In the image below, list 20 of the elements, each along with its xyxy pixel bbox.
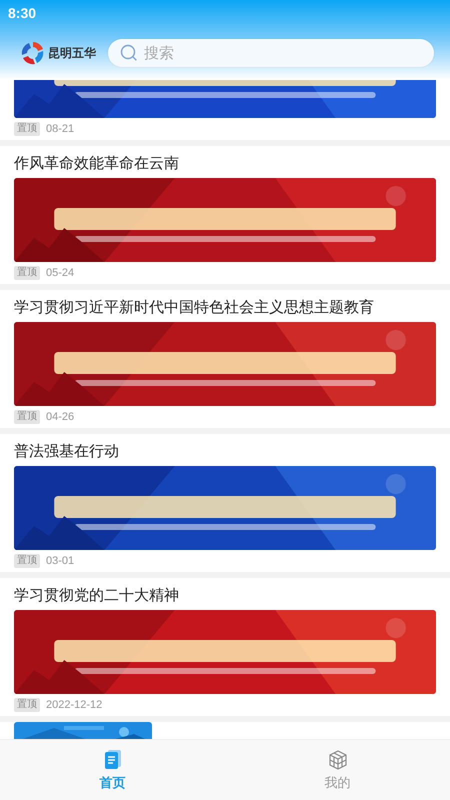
pinned-tag: 置顶 — [14, 554, 40, 568]
article-date: 03-01 — [46, 555, 74, 567]
document-icon — [102, 748, 122, 770]
logo-text: 昆明五华 — [48, 44, 96, 62]
cube-icon — [326, 748, 348, 770]
pinned-tag: 置顶 — [14, 122, 40, 136]
article-title[interactable]: 学习贯彻党的二十大精神 — [14, 578, 436, 610]
article-date: 05-24 — [46, 267, 74, 279]
article-title[interactable]: 作风革命效能革命在云南 — [14, 146, 436, 178]
article-date: 04-26 — [46, 411, 74, 423]
article-date: 08-21 — [46, 123, 74, 135]
pinned-tag: 置顶 — [14, 266, 40, 280]
logo-icon — [20, 40, 46, 66]
article-title[interactable]: 普法强基在行动 — [14, 434, 436, 466]
article-title[interactable]: 学习贯彻习近平新时代中国特色社会主义思想主题教育 — [14, 290, 436, 322]
article-date: 2022-12-12 — [46, 699, 102, 711]
pinned-tag: 置顶 — [14, 698, 40, 712]
pinned-tag: 置顶 — [14, 410, 40, 424]
status-time: 8:30 — [8, 5, 36, 21]
search-field[interactable]: 搜索 — [108, 39, 434, 67]
